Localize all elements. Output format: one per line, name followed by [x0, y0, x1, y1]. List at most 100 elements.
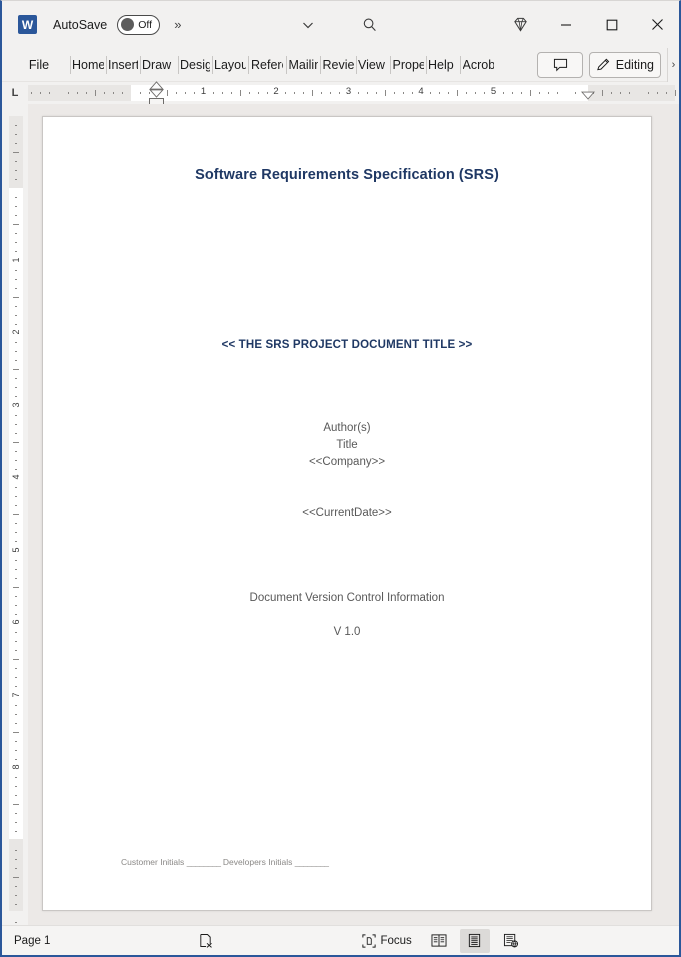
read-mode-icon — [431, 934, 447, 947]
tab-home[interactable]: Home — [70, 48, 106, 82]
vruler-number: 4 — [11, 474, 21, 480]
tab-help[interactable]: Help — [426, 48, 460, 82]
tab-references-label: References — [251, 58, 283, 72]
ribbon-tabs: File Home Insert Draw Design Layout Refe… — [2, 48, 496, 81]
tab-references[interactable]: References — [248, 48, 286, 82]
tab-view-label: View — [358, 58, 385, 72]
word-window: W AutoSave Off » File Home Insert Draw D… — [0, 0, 681, 957]
vruler-number: 8 — [11, 764, 21, 770]
tab-review-label: Review — [322, 58, 354, 72]
footer-developer-blank: ________ — [294, 857, 329, 867]
focus-mode-label: Focus — [380, 934, 412, 947]
hruler-number: 1 — [200, 86, 207, 97]
tab-file-label: File — [28, 58, 50, 72]
tab-layout-label: Layout — [214, 58, 246, 72]
tab-properties-label: Properties — [392, 58, 424, 72]
document-project-title: << THE SRS PROJECT DOCUMENT TITLE >> — [221, 339, 473, 351]
tab-insert[interactable]: Insert — [106, 48, 140, 82]
tab-layout[interactable]: Layout — [212, 48, 248, 82]
document-author-block: Author(s) Title <<Company>> — [43, 420, 651, 471]
tab-file[interactable]: File — [20, 48, 58, 82]
footer-customer-label: Customer Initials — [121, 857, 185, 867]
autosave-toggle[interactable]: Off — [117, 14, 161, 35]
status-page-number[interactable]: Page 1 — [14, 935, 50, 947]
vruler-number: 3 — [11, 402, 21, 408]
document-page[interactable]: Software Requirements Specification (SRS… — [42, 116, 652, 911]
tab-home-label: Home — [72, 58, 104, 72]
autosave-toggle-knob — [121, 18, 135, 31]
tab-help-label: Help — [428, 58, 454, 72]
premium-diamond-icon[interactable] — [497, 8, 543, 42]
hruler-number: 5 — [490, 86, 497, 97]
right-indent-marker — [581, 91, 595, 100]
word-app-icon[interactable]: W — [18, 15, 37, 34]
ribbon-tab-bar: File Home Insert Draw Design Layout Refe… — [2, 47, 679, 82]
author-line-1: Author(s) — [323, 422, 371, 434]
tab-stop-selector[interactable]: L — [2, 82, 28, 104]
maximize-button[interactable] — [589, 8, 635, 42]
editing-mode-button[interactable]: Editing — [589, 51, 661, 78]
vruler-number: 6 — [11, 619, 21, 625]
horizontal-ruler-track[interactable]: 1 2 3 4 5 — [28, 81, 676, 109]
comment-icon — [553, 58, 567, 72]
document-footer-initials: Customer Initials ________ Developers In… — [121, 857, 329, 867]
minimize-button[interactable] — [543, 8, 589, 42]
pencil-icon — [597, 58, 610, 71]
hruler-number: 2 — [273, 86, 279, 97]
title-bar: W AutoSave Off » — [2, 1, 679, 48]
quick-access-dropdown-icon[interactable] — [290, 10, 326, 40]
tab-properties[interactable]: Properties — [390, 48, 426, 82]
document-version-value: V 1.0 — [333, 626, 361, 638]
comments-button[interactable] — [537, 51, 583, 78]
tab-design[interactable]: Design — [178, 48, 212, 82]
tab-acrobat-label: Acrobat — [462, 58, 494, 72]
hruler-number: 3 — [345, 86, 352, 97]
document-canvas[interactable]: Software Requirements Specification (SRS… — [28, 104, 679, 925]
vruler-number: 5 — [11, 547, 21, 553]
author-line-3: <<Company>> — [308, 456, 386, 468]
author-line-2: Title — [336, 439, 358, 451]
vertical-ruler-track: 1 2 3 4 5 6 7 8 — [9, 104, 23, 925]
vruler-number: 2 — [11, 329, 21, 335]
first-line-indent-marker — [149, 89, 164, 98]
tab-mailings[interactable]: Mailings — [286, 48, 320, 82]
footer-customer-blank: ________ — [186, 857, 221, 867]
ribbon-expand-chevron-icon[interactable]: › — [667, 47, 679, 82]
hruler-number: 4 — [418, 86, 424, 97]
autosave-label: AutoSave — [53, 17, 108, 32]
horizontal-ruler-ticks: 1 2 3 4 5 — [28, 85, 676, 101]
document-title: Software Requirements Specification (SRS… — [195, 167, 499, 183]
tab-view[interactable]: View — [356, 48, 390, 82]
document-current-date: <<CurrentDate>> — [302, 507, 392, 519]
tab-review[interactable]: Review — [320, 48, 356, 82]
tab-draw[interactable]: Draw — [140, 48, 178, 82]
horizontal-ruler[interactable]: L 1 2 3 4 5 — [2, 81, 679, 109]
tab-acrobat[interactable]: Acrobat — [460, 48, 496, 82]
tab-mailings-label: Mailings — [288, 58, 318, 72]
autosave-toggle-state: Off — [138, 18, 153, 31]
editing-mode-label: Editing — [615, 57, 654, 72]
view-web-layout-button[interactable] — [496, 929, 526, 953]
ribbon-right-controls: Editing › — [537, 47, 679, 82]
status-bar: Page 1 Focus — [2, 925, 679, 955]
tab-insert-label: Insert — [108, 58, 138, 72]
close-button[interactable] — [635, 8, 679, 42]
focus-icon — [362, 933, 377, 948]
vruler-number: 7 — [11, 692, 21, 698]
page-content[interactable]: Software Requirements Specification (SRS… — [43, 117, 651, 910]
view-read-mode-button[interactable] — [424, 929, 454, 953]
proofing-errors-icon[interactable] — [192, 930, 218, 952]
vertical-ruler-ticks: 1 2 3 4 5 6 7 8 — [9, 104, 23, 925]
tab-draw-label: Draw — [142, 58, 172, 72]
quick-access-more-icon[interactable]: » — [174, 17, 181, 32]
web-layout-icon — [503, 933, 518, 948]
footer-developer-label: Developers Initials — [222, 857, 293, 867]
focus-mode-button[interactable]: Focus — [358, 930, 415, 952]
vertical-ruler[interactable]: 1 2 3 4 5 6 7 8 — [2, 104, 28, 925]
tab-design-label: Design — [180, 58, 210, 72]
search-icon[interactable] — [352, 10, 388, 40]
vruler-number: 1 — [11, 257, 21, 263]
word-app-icon-letter: W — [21, 17, 34, 32]
view-print-layout-button[interactable] — [459, 928, 490, 953]
print-layout-icon — [469, 933, 481, 948]
